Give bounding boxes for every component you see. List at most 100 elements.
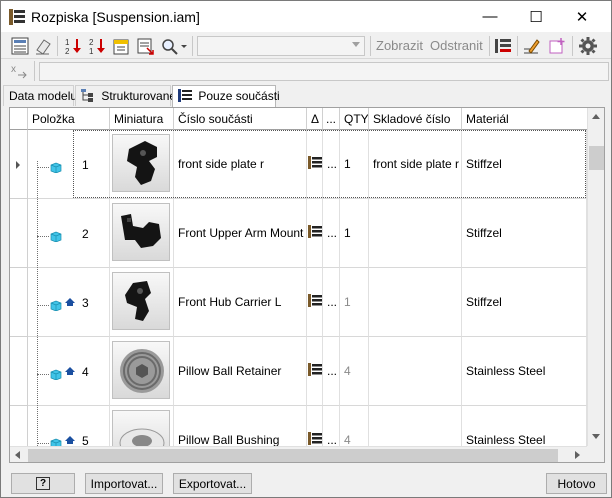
structured-tree-icon — [81, 89, 93, 102]
help-button[interactable]: ? — [11, 473, 75, 494]
tree-connector — [37, 304, 49, 306]
done-button[interactable]: Hotovo — [546, 473, 607, 494]
qty-cell[interactable]: 1 — [340, 130, 369, 199]
column-header-part-number[interactable]: Číslo součásti — [174, 108, 307, 130]
part-number-cell[interactable]: front side plate r — [174, 130, 307, 199]
minimize-button[interactable]: — — [467, 1, 513, 32]
chevron-down-icon[interactable] — [179, 36, 189, 56]
table-row[interactable]: 4 — [28, 337, 110, 406]
stock-number-cell[interactable] — [369, 199, 462, 268]
table-row[interactable]: 1 — [28, 130, 110, 199]
settings-icon[interactable] — [578, 36, 598, 56]
stock-number-cell[interactable]: front side plate r — [369, 130, 462, 199]
item-number: 1 — [82, 157, 89, 172]
table-row[interactable]: 2 — [28, 199, 110, 268]
export-table-icon[interactable] — [135, 36, 155, 56]
svg-text:2: 2 — [65, 47, 70, 56]
column-header-thumbnail[interactable]: Miniatura — [110, 108, 174, 130]
search-icon[interactable] — [159, 36, 179, 56]
material-cell[interactable]: Stiffzel — [462, 130, 587, 199]
remove-button[interactable]: Odstranit — [430, 38, 483, 53]
bom-structure-icon — [308, 363, 322, 379]
filter-combo[interactable] — [197, 36, 365, 56]
material-cell[interactable]: Stiffzel — [462, 199, 587, 268]
home-link-icon — [64, 365, 76, 375]
show-button[interactable]: Zobrazit — [376, 38, 423, 53]
tab-model-data[interactable]: Data modelu — [3, 85, 77, 106]
home-link-icon — [64, 296, 76, 306]
edit-properties-icon[interactable] — [521, 36, 541, 56]
table-row[interactable]: 3 — [28, 268, 110, 337]
row-selector[interactable] — [10, 199, 28, 268]
tab-structured[interactable]: Strukturované — [75, 85, 176, 106]
part-number-cell[interactable]: Front Upper Arm Mount — [174, 199, 307, 268]
bom-grid: Položka Miniatura Číslo součásti Δ ... Q… — [9, 107, 605, 463]
tab-parts-only[interactable]: Pouze součásti — [172, 85, 280, 108]
row-selector[interactable] — [10, 130, 28, 199]
formula-input[interactable] — [39, 62, 609, 81]
bom-table-icon[interactable] — [10, 36, 30, 56]
qty-cell[interactable]: 1 — [340, 268, 369, 337]
add-item-icon[interactable] — [547, 36, 567, 56]
tree-connector — [37, 442, 49, 444]
header-corner — [10, 108, 28, 130]
bom-structure-icon — [308, 225, 322, 241]
scroll-right-icon[interactable] — [575, 451, 580, 459]
part-cube-icon — [50, 230, 62, 242]
scroll-left-icon[interactable] — [15, 451, 20, 459]
svg-text:2: 2 — [89, 38, 94, 47]
close-button[interactable]: ✕ — [559, 1, 605, 32]
stock-number-cell[interactable] — [369, 337, 462, 406]
renumber-icon[interactable] — [111, 36, 131, 56]
import-button[interactable]: Importovat... — [85, 473, 163, 494]
material-cell[interactable]: Stiffzel — [462, 268, 587, 337]
part-cube-icon — [50, 299, 62, 311]
home-link-icon — [64, 434, 76, 444]
toolbar-separator — [370, 36, 371, 56]
material-cell[interactable]: Stainless Steel — [462, 337, 587, 406]
scroll-down-icon[interactable] — [592, 434, 600, 439]
column-header-qty[interactable]: QTY — [340, 108, 369, 130]
column-header-stock-number[interactable]: Skladové číslo — [369, 108, 462, 130]
part-number-cell[interactable]: Front Hub Carrier L — [174, 268, 307, 337]
vertical-scrollbar[interactable] — [587, 108, 604, 446]
qty-cell[interactable]: 1 — [340, 199, 369, 268]
column-chooser-icon[interactable] — [493, 36, 513, 56]
part-cube-icon — [50, 368, 62, 380]
column-header-delta[interactable]: Δ — [307, 108, 323, 130]
column-header-material[interactable]: Materiál — [462, 108, 594, 130]
bom-structure-icon — [308, 156, 322, 172]
bom-structure-cell — [307, 337, 323, 406]
thumbnail-cell — [110, 337, 174, 406]
more-cell[interactable]: ... — [323, 337, 340, 406]
column-header-more[interactable]: ... — [323, 108, 340, 130]
tab-label: Pouze součásti — [198, 89, 280, 103]
sort-ascending-icon[interactable]: 1 2 — [63, 36, 83, 56]
horizontal-scroll-thumb[interactable] — [28, 449, 558, 462]
tree-connector — [37, 235, 49, 237]
row-selector[interactable] — [10, 337, 28, 406]
eraser-icon[interactable] — [33, 36, 53, 56]
scrollbar-corner — [587, 446, 604, 462]
vertical-scroll-thumb[interactable] — [589, 146, 604, 170]
horizontal-scrollbar[interactable] — [10, 446, 587, 462]
thumbnail-cell — [110, 268, 174, 337]
scroll-up-icon[interactable] — [592, 114, 600, 119]
more-cell[interactable]: ... — [323, 130, 340, 199]
formula-icon[interactable]: x — [10, 61, 30, 81]
part-number-cell[interactable]: Pillow Ball Retainer — [174, 337, 307, 406]
maximize-button[interactable]: ☐ — [513, 1, 559, 32]
more-cell[interactable]: ... — [323, 268, 340, 337]
bom-structure-cell — [307, 130, 323, 199]
current-row-icon — [16, 160, 20, 169]
qty-cell[interactable]: 4 — [340, 337, 369, 406]
row-selector[interactable] — [10, 268, 28, 337]
bom-window: Rozpiska [Suspension.iam] — ☐ ✕ 1 2 2 1 — [0, 0, 612, 498]
column-header-item[interactable]: Položka — [28, 108, 110, 130]
export-button[interactable]: Exportovat... — [173, 473, 252, 494]
stock-number-cell[interactable] — [369, 268, 462, 337]
sort-descending-icon[interactable]: 2 1 — [87, 36, 107, 56]
dialog-buttons: ? Importovat... Exportovat... Hotovo — [1, 469, 611, 497]
svg-text:1: 1 — [89, 47, 94, 56]
more-cell[interactable]: ... — [323, 199, 340, 268]
